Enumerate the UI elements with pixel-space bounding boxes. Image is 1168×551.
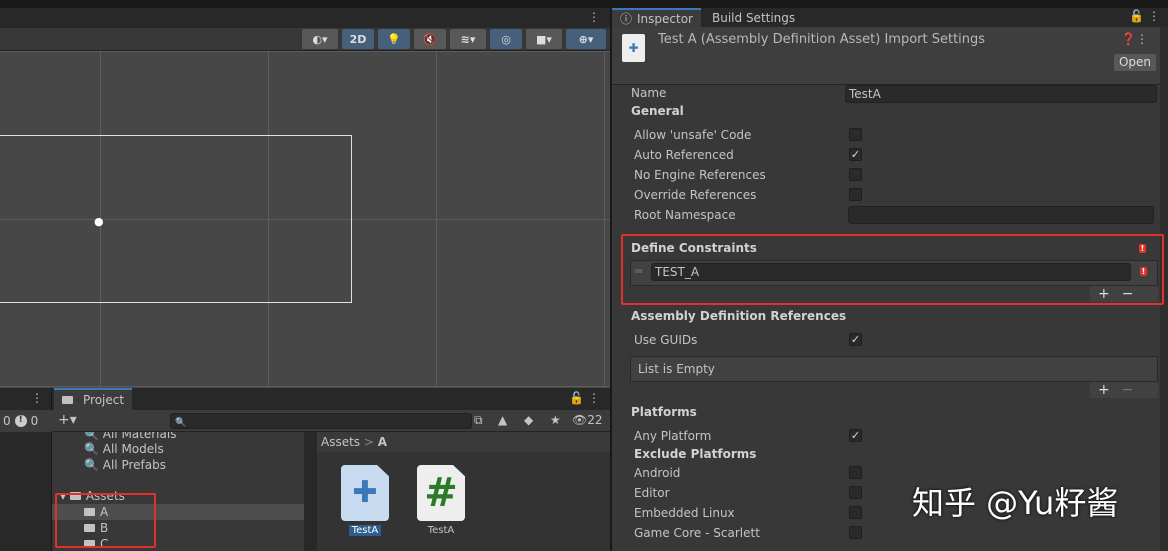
add-button[interactable]: +	[1098, 382, 1110, 398]
csharp-icon: #	[417, 465, 465, 521]
folder-icon	[62, 396, 73, 404]
camera-button[interactable]: ■▾	[526, 29, 562, 49]
refs-list: List is Empty	[630, 356, 1158, 382]
top-bar	[0, 0, 1168, 8]
android-checkbox[interactable]	[849, 466, 862, 479]
info-icon: ⓘ	[620, 12, 633, 26]
favorite-item[interactable]: 🔍 All Prefabs	[52, 457, 304, 473]
tab-inspector[interactable]: ⓘ Inspector	[612, 8, 701, 27]
editor-checkbox[interactable]	[849, 486, 862, 499]
error-count[interactable]: 0	[31, 414, 39, 428]
folder-tree: 🔍 All Materials 🔍 All Models 🔍 All Prefa…	[52, 432, 304, 551]
visibility-toggle[interactable]: ◎	[490, 29, 522, 49]
warn-count[interactable]: 0	[3, 414, 11, 428]
name-label: Name	[631, 86, 667, 100]
puzzle-icon: ✚	[341, 465, 389, 521]
use-guids-checkbox[interactable]: ✓	[849, 333, 862, 346]
asset-item[interactable]: # TestA	[411, 465, 471, 536]
scene-toolbar: ◐▾ 2D 💡 🔇 ≋▾ ◎ ■▾ ⊕▾	[0, 28, 610, 51]
tab-build-settings[interactable]: Build Settings	[704, 8, 803, 27]
game-core-scarlett-checkbox[interactable]	[849, 526, 862, 539]
lighting-toggle[interactable]: 💡	[378, 29, 410, 49]
no-engine-refs-checkbox[interactable]	[849, 168, 862, 181]
search-icon: 🔍	[175, 418, 187, 428]
any-platform-checkbox[interactable]: ✓	[849, 429, 862, 442]
more-icon[interactable]: ⋮	[31, 391, 43, 405]
crumb-a[interactable]: A	[378, 435, 387, 449]
exclude-platforms-header: Exclude Platforms	[634, 447, 757, 461]
platforms-header: Platforms	[631, 405, 697, 419]
draw-mode-button[interactable]: ◐▾	[302, 29, 338, 49]
row-label: Android	[634, 466, 681, 480]
row-label: Use GUIDs	[634, 333, 698, 347]
row-label: Game Core - Scarlett	[634, 526, 760, 540]
tag-icon[interactable]: ◆	[524, 413, 533, 427]
embedded-linux-checkbox[interactable]	[849, 506, 862, 519]
row-label: Editor	[634, 486, 670, 500]
filter-type-icon[interactable]: ⧉	[474, 413, 483, 428]
camera-bounds	[0, 135, 352, 303]
override-refs-checkbox[interactable]	[849, 188, 862, 201]
general-header: General	[631, 104, 684, 118]
audio-toggle[interactable]: 🔇	[414, 29, 446, 49]
breadcrumb: Assets > A	[317, 432, 610, 452]
row-label: No Engine References	[634, 168, 766, 182]
hidden-count[interactable]: 👁22	[572, 413, 603, 427]
scene-view[interactable]: ●	[0, 51, 610, 388]
lock-and-more-icon[interactable]: 🔓 ⋮	[569, 391, 600, 405]
inspector-panel: ⓘ Inspector Build Settings 🔓 ⋮ ✚ Test A (…	[612, 8, 1168, 551]
filter-label-icon[interactable]: ▲	[498, 413, 507, 427]
inspector-title: Test A (Assembly Definition Asset) Impor…	[658, 32, 986, 47]
scene-header: ⋮	[0, 8, 610, 28]
name-field[interactable]: TestA	[845, 85, 1157, 103]
more-icon[interactable]: ⋮	[588, 10, 600, 24]
gizmos-button[interactable]: ⊕▾	[566, 29, 606, 49]
favorite-item[interactable]: 🔍 All Models	[52, 441, 304, 457]
open-button[interactable]: Open	[1114, 54, 1156, 71]
console-panel: ⋮ 0 ! 0	[0, 388, 52, 551]
list-controls: + −	[1090, 382, 1158, 398]
asset-item[interactable]: ✚ TestA	[335, 465, 395, 536]
lock-and-more-icon[interactable]: 🔓 ⋮	[1129, 9, 1160, 23]
allow-unsafe-checkbox[interactable]	[849, 128, 862, 141]
2d-toggle[interactable]: 2D	[342, 29, 374, 49]
favorite-star-icon[interactable]: ★	[550, 413, 561, 427]
remove-button[interactable]: −	[1122, 382, 1134, 398]
row-label: Override References	[634, 188, 757, 202]
highlight-box	[621, 234, 1164, 305]
asset-grid: Assets > A ✚ TestA # TestA	[317, 432, 610, 551]
row-label: Any Platform	[634, 429, 712, 443]
asmdef-icon: ✚	[622, 34, 645, 62]
tab-project[interactable]: Project	[54, 388, 133, 410]
project-panel: Project 🔓 ⋮ +▾ 🔍 ⧉ ▲ ◆ ★ 👁22 🔍 All Mater…	[52, 388, 610, 551]
error-icon: !	[14, 415, 27, 427]
highlight-box	[55, 493, 156, 548]
add-button[interactable]: +▾	[58, 412, 77, 428]
search-input[interactable]: 🔍	[170, 413, 472, 429]
crumb-assets[interactable]: Assets	[321, 435, 360, 449]
project-toolbar: +▾ 🔍 ⧉ ▲ ◆ ★ 👁22	[52, 410, 610, 432]
help-icon[interactable]: ❓⋮	[1121, 32, 1148, 46]
asm-refs-header: Assembly Definition References	[631, 309, 847, 323]
root-namespace-field[interactable]	[848, 206, 1154, 224]
effects-button[interactable]: ≋▾	[450, 29, 486, 49]
row-label: Allow 'unsafe' Code	[634, 128, 752, 142]
row-label: Root Namespace	[634, 208, 736, 222]
auto-referenced-checkbox[interactable]: ✓	[849, 148, 862, 161]
row-label: Embedded Linux	[634, 506, 735, 520]
watermark: 知乎 @Yu籽酱	[912, 484, 1119, 522]
row-label: Auto Referenced	[634, 148, 734, 162]
camera-icon[interactable]: ●	[94, 215, 104, 228]
tab-label: Project	[83, 393, 125, 407]
